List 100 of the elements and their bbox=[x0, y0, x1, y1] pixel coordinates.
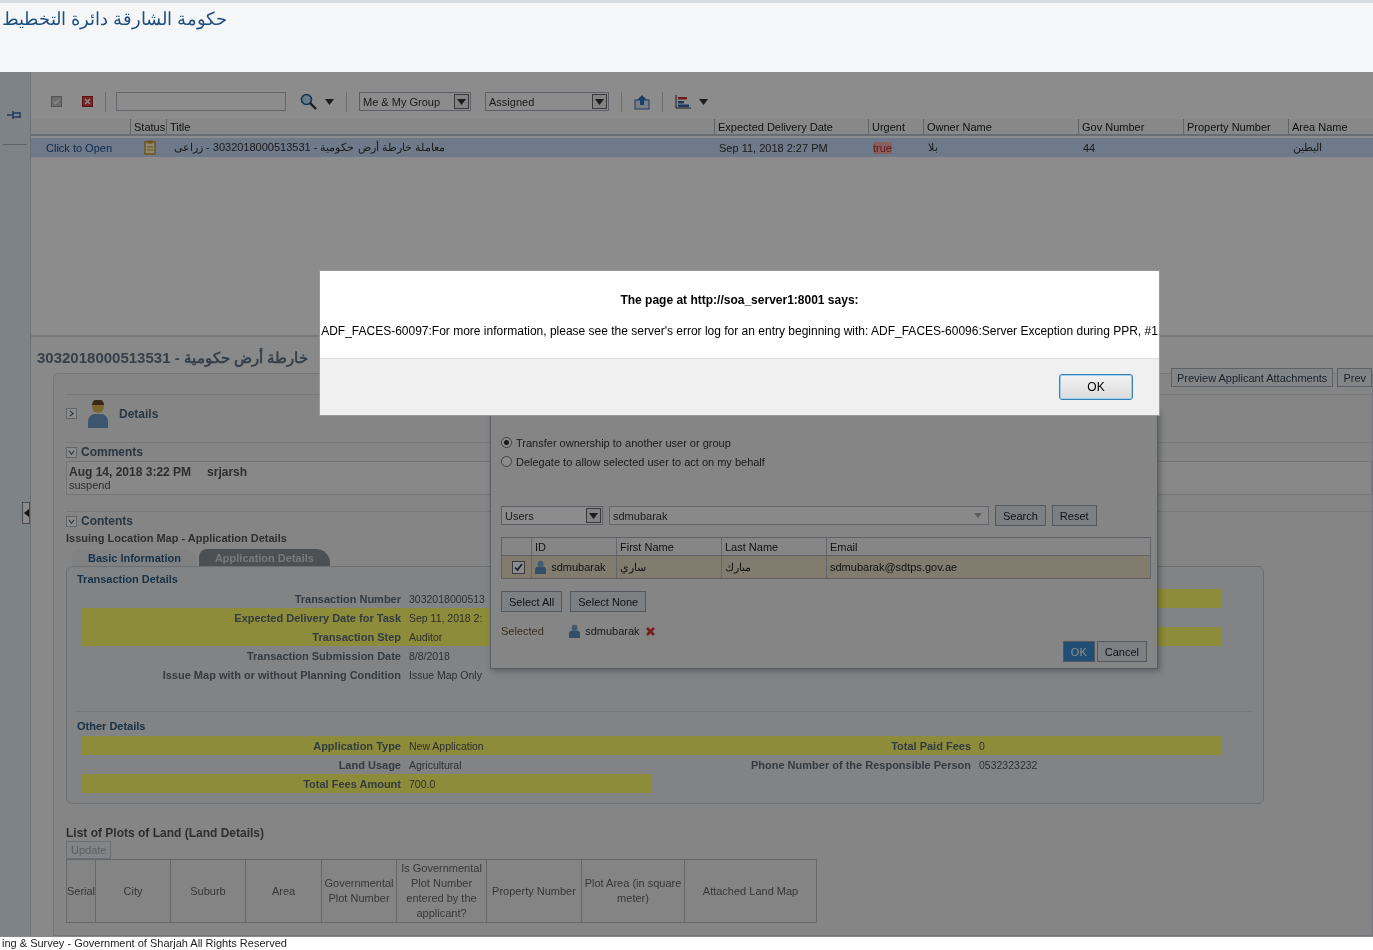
column-header[interactable]: ID bbox=[532, 538, 617, 555]
column-header[interactable]: Expected Delivery Date bbox=[714, 119, 868, 134]
selected-user: sdmubarak bbox=[585, 625, 640, 637]
column-header: Serial bbox=[67, 860, 96, 922]
task-date: Sep 11, 2018 2:27 PM bbox=[719, 141, 828, 154]
open-link[interactable]: Click to Open bbox=[46, 141, 113, 154]
column-header[interactable]: Email bbox=[827, 538, 1151, 555]
section-title: Transaction Details bbox=[77, 573, 179, 585]
radio-label: Delegate to allow selected user to act on my behalf bbox=[516, 455, 765, 468]
remove-icon[interactable] bbox=[644, 625, 656, 637]
field-label: Transaction Number bbox=[293, 592, 401, 605]
pin-icon[interactable] bbox=[7, 110, 23, 120]
row-checkbox[interactable] bbox=[511, 560, 525, 574]
identity-type-select[interactable]: Users bbox=[501, 506, 603, 525]
comment-author: srjarsh bbox=[207, 465, 248, 479]
section-title: Contents bbox=[81, 514, 133, 528]
selected-label: Selected bbox=[501, 625, 545, 637]
column-header[interactable]: Owner Name bbox=[923, 119, 1078, 134]
radio-button[interactable] bbox=[501, 456, 512, 467]
dropdown-caret-icon[interactable] bbox=[325, 98, 334, 105]
cancel-button[interactable]: Cancel bbox=[1096, 641, 1147, 662]
search-button[interactable]: Search bbox=[995, 505, 1046, 526]
field-value: Sep 11, 2018 2: bbox=[409, 611, 483, 624]
radio-button[interactable] bbox=[501, 437, 512, 448]
reset-button[interactable]: Reset bbox=[1051, 505, 1097, 526]
field-value: 3032018000513 bbox=[409, 592, 485, 605]
collapse-handle[interactable] bbox=[22, 502, 30, 524]
action-button[interactable]: Prev bbox=[1337, 368, 1372, 387]
column-header[interactable]: Urgent bbox=[868, 119, 923, 134]
tab[interactable]: Basic Information bbox=[72, 549, 197, 566]
alert-title: The page at http://soa_server1:8001 says: bbox=[620, 293, 859, 307]
alert-message: ADF_FACES-60097:For more information, please see the server's error log for an entry beginning with: ADF_FACES-60096:Server Exception during PPR, #1 bbox=[321, 324, 1158, 338]
column-header: Property Number bbox=[487, 860, 582, 922]
column-header[interactable]: Area Name bbox=[1288, 119, 1373, 134]
comment-text: suspend bbox=[69, 479, 112, 491]
column-header: Attached Land Map bbox=[685, 860, 817, 922]
table-title: List of Plots of Land (Land Details) bbox=[66, 826, 265, 840]
page-title: حكومة الشارقة دائرة التخطيط bbox=[2, 8, 227, 30]
field-label: Expected Delivery Date for Task bbox=[233, 611, 401, 624]
column-header[interactable]: First Name bbox=[617, 538, 722, 555]
collapse-icon[interactable] bbox=[66, 515, 77, 527]
column-header: Suburb bbox=[171, 860, 246, 922]
expand-icon[interactable] bbox=[66, 408, 77, 419]
bar-chart-icon[interactable] bbox=[675, 94, 691, 109]
search-icon[interactable] bbox=[300, 93, 317, 110]
dropdown-caret-icon[interactable] bbox=[595, 98, 604, 105]
dropdown-caret-icon[interactable] bbox=[589, 512, 598, 519]
gov-number: 44 bbox=[1083, 141, 1096, 154]
column-header: Area bbox=[246, 860, 322, 922]
column-header[interactable]: Property Number bbox=[1183, 119, 1288, 134]
column-header: Plot Area (in square meter) bbox=[582, 860, 685, 922]
field-label: Total Fees Amount bbox=[302, 777, 401, 790]
clipboard-icon bbox=[143, 140, 156, 155]
field-value: Issue Map Only bbox=[409, 668, 482, 681]
field-label: Phone Number of the Responsible Person bbox=[749, 758, 971, 771]
field-label: Transaction Step bbox=[311, 630, 401, 643]
assignee-select[interactable]: Me & My Group bbox=[359, 92, 471, 111]
form-title: Issuing Location Map - Application Details bbox=[66, 532, 288, 544]
section-title: Comments bbox=[81, 445, 143, 459]
ok-button[interactable]: OK bbox=[1062, 641, 1095, 662]
comment-date: Aug 14, 2018 3:22 PM bbox=[69, 465, 192, 479]
search-field[interactable] bbox=[116, 92, 286, 111]
field-value: 700.0 bbox=[409, 777, 436, 790]
dropdown-caret-icon[interactable] bbox=[699, 98, 708, 105]
caret-icon[interactable] bbox=[974, 513, 982, 518]
user-icon bbox=[535, 560, 547, 574]
collapse-icon[interactable] bbox=[66, 446, 77, 458]
field-value: 0532323232 bbox=[979, 758, 1038, 771]
select-all-button[interactable]: Select All bbox=[501, 591, 563, 612]
task-title: معاملة خارطة أرض حكومية - 3032018000513531 - زراعى bbox=[174, 141, 445, 154]
column-header[interactable]: Gov Number bbox=[1078, 119, 1183, 134]
section-title: Other Details bbox=[77, 720, 147, 732]
last-name: مبارك bbox=[725, 560, 751, 574]
ok-button[interactable]: OK bbox=[1059, 374, 1133, 400]
upload-icon[interactable] bbox=[634, 93, 650, 110]
field-value: Agricultural bbox=[409, 758, 462, 771]
field-label: Land Usage bbox=[337, 758, 401, 771]
field-value: New Application bbox=[409, 739, 484, 752]
owner-name: بلا bbox=[928, 141, 938, 154]
dropdown-caret-icon[interactable] bbox=[457, 98, 466, 105]
radio-label: Transfer ownership to another user or group bbox=[516, 436, 731, 449]
user-search-field[interactable]: sdmubarak bbox=[609, 506, 989, 525]
column-header[interactable]: Last Name bbox=[722, 538, 827, 555]
checkbox-icon[interactable] bbox=[51, 96, 62, 107]
section-title: Details bbox=[119, 406, 159, 421]
reject-icon[interactable] bbox=[82, 96, 93, 107]
select-none-button[interactable]: Select None bbox=[570, 591, 647, 612]
column-header[interactable]: Status bbox=[130, 119, 166, 134]
user-email: sdmubarak@sdtps.gov.ae bbox=[830, 561, 958, 573]
field-value: Auditor bbox=[409, 630, 443, 643]
action-button[interactable]: Preview Applicant Attachments bbox=[1170, 368, 1334, 387]
field-value: 8/8/2018 bbox=[409, 649, 450, 662]
column-header: City bbox=[96, 860, 171, 922]
field-label: Total Paid Fees bbox=[890, 739, 971, 752]
column-header[interactable]: Title bbox=[166, 119, 714, 134]
area-name: البطين bbox=[1293, 141, 1322, 154]
status-select[interactable]: Assigned bbox=[485, 92, 609, 111]
user-id: sdmubarak bbox=[551, 561, 606, 573]
field-label: Application Type bbox=[312, 739, 401, 752]
column-header: Is Governmental Plot Number entered by the applicant? bbox=[397, 860, 487, 922]
